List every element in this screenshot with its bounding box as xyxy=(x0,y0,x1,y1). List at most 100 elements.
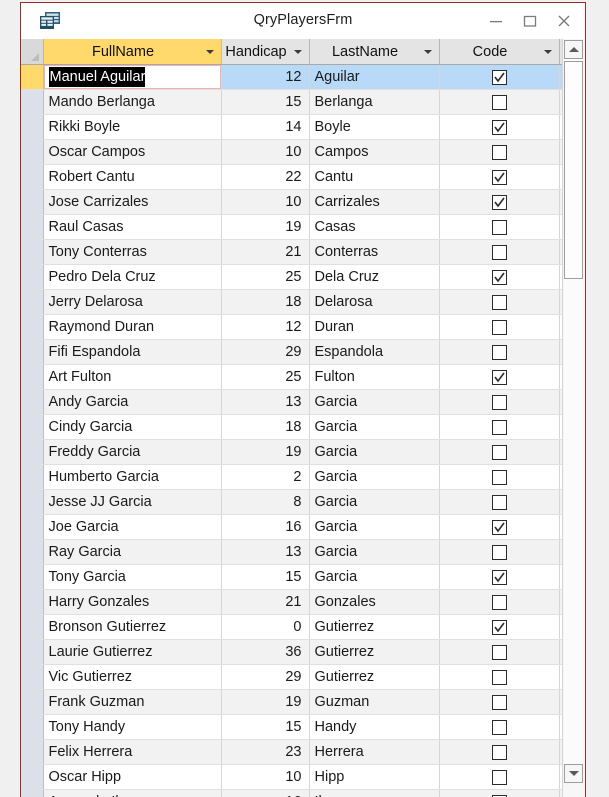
table-row[interactable]: Cindy Garcia 18 Garcia xyxy=(21,414,563,440)
cell-code[interactable] xyxy=(439,139,560,165)
cell-lastname[interactable]: Hipp xyxy=(309,764,440,790)
cell-fullname[interactable]: Harry Gonzales xyxy=(43,589,222,615)
cell-lastname[interactable]: Casas xyxy=(309,214,440,240)
cell-code[interactable] xyxy=(439,89,560,115)
checkbox[interactable] xyxy=(491,244,507,260)
checkbox[interactable] xyxy=(491,369,507,385)
record-selector[interactable] xyxy=(21,764,44,790)
cell-lastname[interactable]: Aguilar xyxy=(309,64,440,90)
cell-code[interactable] xyxy=(439,689,560,715)
record-selector[interactable] xyxy=(21,464,44,490)
cell-code[interactable] xyxy=(439,589,560,615)
record-selector[interactable] xyxy=(21,339,44,365)
cell-handicap[interactable]: 2 xyxy=(221,464,310,490)
column-header-code[interactable]: Code xyxy=(439,39,560,65)
cell-handicap[interactable]: 21 xyxy=(221,589,310,615)
checkbox[interactable] xyxy=(491,69,507,85)
cell-code[interactable] xyxy=(439,289,560,315)
checkbox[interactable] xyxy=(491,669,507,685)
table-row[interactable]: Raul Casas 19 Casas xyxy=(21,214,563,240)
active-cell-fullname[interactable]: Manuel Aguilar xyxy=(43,64,222,90)
cell-fullname[interactable]: Joe Garcia xyxy=(43,514,222,540)
cell-lastname[interactable]: Gutierrez xyxy=(309,614,440,640)
checkbox[interactable] xyxy=(491,119,507,135)
cell-lastname[interactable]: Garcia xyxy=(309,414,440,440)
checkbox[interactable] xyxy=(491,619,507,635)
table-row[interactable]: Joe Garcia 16 Garcia xyxy=(21,514,563,540)
checkbox[interactable] xyxy=(491,469,507,485)
chevron-down-icon[interactable] xyxy=(205,49,214,54)
record-selector[interactable] xyxy=(21,214,44,240)
checkbox[interactable] xyxy=(491,494,507,510)
cell-handicap[interactable]: 29 xyxy=(221,339,310,365)
table-row[interactable]: Humberto Garcia 2 Garcia xyxy=(21,464,563,490)
cell-handicap[interactable]: 18 xyxy=(221,289,310,315)
table-row[interactable]: Laurie Gutierrez 36 Gutierrez xyxy=(21,639,563,665)
cell-fullname[interactable]: Jesse JJ Garcia xyxy=(43,489,222,515)
checkbox[interactable] xyxy=(491,394,507,410)
cell-lastname[interactable]: Garcia xyxy=(309,539,440,565)
table-row[interactable]: Jose Carrizales 10 Carrizales xyxy=(21,189,563,215)
record-selector[interactable] xyxy=(21,414,44,440)
table-row[interactable]: Frank Guzman 19 Guzman xyxy=(21,689,563,715)
cell-lastname[interactable]: Espandola xyxy=(309,339,440,365)
scroll-up-button[interactable] xyxy=(564,40,583,59)
table-row[interactable]: Tony Conterras 21 Conterras xyxy=(21,239,563,265)
cell-lastname[interactable]: Garcia xyxy=(309,439,440,465)
cell-handicap[interactable]: 29 xyxy=(221,664,310,690)
cell-code[interactable] xyxy=(439,464,560,490)
record-selector[interactable] xyxy=(21,289,44,315)
record-selector[interactable] xyxy=(21,64,44,90)
record-selector[interactable] xyxy=(21,664,44,690)
checkbox[interactable] xyxy=(491,419,507,435)
checkbox[interactable] xyxy=(491,694,507,710)
record-selector[interactable] xyxy=(21,714,44,740)
cell-handicap[interactable]: 10 xyxy=(221,764,310,790)
cell-code[interactable] xyxy=(439,764,560,790)
record-selector[interactable] xyxy=(21,514,44,540)
checkbox[interactable] xyxy=(491,319,507,335)
cell-code[interactable] xyxy=(439,64,560,90)
cell-code[interactable] xyxy=(439,214,560,240)
cell-lastname[interactable]: Gutierrez xyxy=(309,639,440,665)
checkbox[interactable] xyxy=(491,269,507,285)
cell-handicap[interactable]: 19 xyxy=(221,439,310,465)
cell-handicap[interactable]: 8 xyxy=(221,489,310,515)
table-row[interactable]: Oscar Hipp 10 Hipp xyxy=(21,764,563,790)
cell-lastname[interactable]: Garcia xyxy=(309,464,440,490)
table-row[interactable]: Aramndo Ibarra16Ibarra xyxy=(21,789,563,797)
record-selector[interactable] xyxy=(21,89,44,115)
table-row[interactable]: Bronson Gutierrez 0 Gutierrez xyxy=(21,614,563,640)
cell-fullname[interactable]: Ray Garcia xyxy=(43,539,222,565)
record-selector[interactable] xyxy=(21,639,44,665)
cell-fullname[interactable]: Oscar Campos xyxy=(43,139,222,165)
cell-code[interactable] xyxy=(439,189,560,215)
cell-code[interactable] xyxy=(439,314,560,340)
cell-code[interactable] xyxy=(439,414,560,440)
cell-fullname[interactable]: Jose Carrizales xyxy=(43,189,222,215)
cell-lastname[interactable]: Carrizales xyxy=(309,189,440,215)
cell-handicap[interactable]: 10 xyxy=(221,139,310,165)
cell-handicap[interactable]: 16 xyxy=(221,789,310,797)
column-header-handicap[interactable]: Handicap xyxy=(221,39,310,65)
cell-code[interactable] xyxy=(439,389,560,415)
table-row[interactable]: Robert Cantu 22 Cantu xyxy=(21,164,563,190)
close-button[interactable] xyxy=(547,6,581,36)
cell-fullname[interactable]: Mando Berlanga xyxy=(43,89,222,115)
cell-lastname[interactable]: Cantu xyxy=(309,164,440,190)
cell-lastname[interactable]: Delarosa xyxy=(309,289,440,315)
cell-lastname[interactable]: Conterras xyxy=(309,239,440,265)
checkbox[interactable] xyxy=(491,144,507,160)
cell-lastname[interactable]: Dela Cruz xyxy=(309,264,440,290)
cell-code[interactable] xyxy=(439,564,560,590)
table-row[interactable]: Andy Garcia 13 Garcia xyxy=(21,389,563,415)
cell-lastname[interactable]: Ibarra xyxy=(309,789,440,797)
table-row[interactable]: Raymond Duran 12 Duran xyxy=(21,314,563,340)
cell-fullname[interactable]: Andy Garcia xyxy=(43,389,222,415)
scroll-down-button[interactable] xyxy=(564,764,583,783)
cell-lastname[interactable]: Herrera xyxy=(309,739,440,765)
record-selector[interactable] xyxy=(21,139,44,165)
cell-fullname[interactable]: Jerry Delarosa xyxy=(43,289,222,315)
cell-handicap[interactable]: 12 xyxy=(221,314,310,340)
cell-lastname[interactable]: Handy xyxy=(309,714,440,740)
